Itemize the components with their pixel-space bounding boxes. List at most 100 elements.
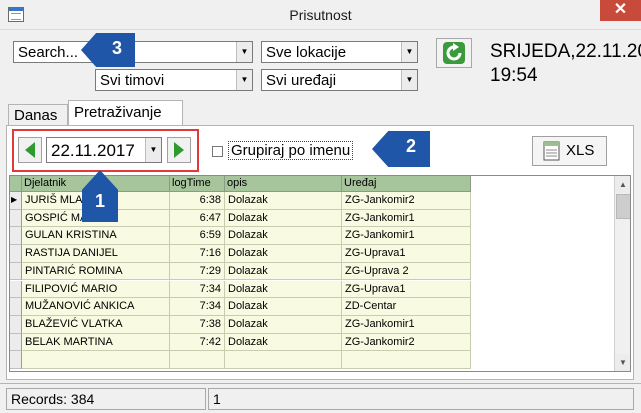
cell-opis[interactable]: Dolazak [225,298,342,316]
table-row[interactable]: GOSPIĆ MA 6:47 Dolazak ZG-Jankomir1 [10,209,471,228]
cell-djelatnik[interactable] [22,351,170,369]
row-indicator[interactable] [10,315,22,334]
cell-djelatnik[interactable]: FILIPOVIĆ MARIO [22,280,170,299]
scroll-down-icon[interactable]: ▼ [615,354,630,371]
cell-opis[interactable]: Dolazak [225,262,342,281]
refresh-button[interactable] [436,38,472,68]
row-indicator[interactable] [10,227,22,246]
column-header-opis[interactable]: opis [225,176,342,192]
cell-uredaj[interactable]: ZG-Uprava1 [342,280,471,299]
cell-opis[interactable]: Dolazak [225,333,342,352]
next-day-button[interactable] [167,137,191,163]
current-time: 19:54 [490,65,538,86]
row-indicator[interactable] [10,262,22,281]
cell-logtime[interactable]: 7:29 [170,262,225,281]
group-by-name-label[interactable]: Grupiraj po imenu [228,141,354,160]
table-row[interactable]: BELAK MARTINA 7:42 Dolazak ZG-Jankomir2 [10,333,471,352]
cell-uredaj[interactable]: ZG-Jankomir1 [342,315,471,334]
location-combo[interactable]: Sve lokacije ▼ [261,41,418,63]
arrow-right-icon [174,142,184,158]
table-row[interactable]: MUŽANOVIĆ ANKICA 7:34 Dolazak ZD-Centar [10,298,471,316]
cell-uredaj[interactable]: ZG-Jankomir1 [342,209,471,228]
row-indicator[interactable] [10,245,22,263]
cell-opis[interactable]: Dolazak [225,209,342,228]
dropdown-arrow-icon[interactable]: ▼ [236,70,252,90]
close-button[interactable]: ✕ [600,0,641,21]
status-bar: Records: 384 1 [0,383,641,413]
row-pointer-icon[interactable]: ▶ [10,192,22,210]
row-indicator[interactable] [10,298,22,316]
cell-opis[interactable]: Dolazak [225,315,342,334]
cell-djelatnik[interactable]: MUŽANOVIĆ ANKICA [22,298,170,316]
team-combo[interactable]: Svi timovi ▼ [95,69,253,91]
column-header-uredaj[interactable]: Uređaj [342,176,471,192]
header-indicator [10,176,22,192]
dropdown-arrow-icon[interactable]: ▼ [236,42,252,62]
current-date: SRIJEDA,22.11.20 [490,41,641,62]
cell-logtime[interactable] [170,351,225,369]
cell-djelatnik[interactable]: BLAŽEVIĆ VLATKA [22,315,170,334]
cell-uredaj[interactable]: ZG-Jankomir1 [342,227,471,246]
cell-logtime[interactable]: 7:42 [170,333,225,352]
cell-djelatnik[interactable]: BELAK MARTINA [22,333,170,352]
cell-uredaj[interactable]: ZG-Uprava 2 [342,262,471,281]
cell-uredaj[interactable]: ZG-Uprava1 [342,245,471,263]
spreadsheet-icon [543,141,560,161]
cell-logtime[interactable]: 6:59 [170,227,225,246]
export-xls-label: XLS [566,142,595,159]
date-picker-value: 22.11.2017 [51,141,135,160]
cell-logtime[interactable]: 7:16 [170,245,225,263]
cell-opis[interactable]: Dolazak [225,227,342,246]
cell-logtime[interactable]: 6:38 [170,192,225,210]
row-indicator[interactable] [10,280,22,299]
row-indicator[interactable] [10,333,22,352]
table-row[interactable]: FILIPOVIĆ MARIO 7:34 Dolazak ZG-Uprava1 [10,280,471,299]
search-input-text: Search... [18,44,79,61]
cell-djelatnik[interactable]: GULAN KRISTINA [22,227,170,246]
table-row[interactable]: ▶ JURIŠ MLA 6:38 Dolazak ZG-Jankomir2 [10,192,471,210]
vertical-scrollbar[interactable]: ▲ ▼ [614,176,630,371]
cell-logtime[interactable]: 7:34 [170,298,225,316]
team-combo-value: Svi timovi [100,72,165,89]
export-xls-button[interactable]: XLS [532,136,607,166]
date-picker[interactable]: 22.11.2017 ▼ [46,137,162,163]
group-by-name-checkbox[interactable] [212,146,223,157]
cell-uredaj[interactable] [342,351,471,369]
scroll-thumb[interactable] [616,194,630,219]
cell-logtime[interactable]: 7:34 [170,280,225,299]
cell-djelatnik[interactable]: PINTARIĆ ROMINA [22,262,170,281]
refresh-icon [443,42,465,64]
table-row[interactable] [10,351,471,369]
window-title: Prisutnost [289,7,352,23]
dropdown-arrow-icon[interactable]: ▼ [145,138,161,162]
tab-pretrazivanje[interactable]: Pretraživanje [68,100,183,126]
table-row[interactable]: RASTIJA DANIJEL 7:16 Dolazak ZG-Uprava1 [10,245,471,263]
cell-logtime[interactable]: 7:38 [170,315,225,334]
dropdown-arrow-icon[interactable]: ▼ [401,42,417,62]
arrow-left-icon [25,142,35,158]
cell-logtime[interactable]: 6:47 [170,209,225,228]
tab-danas[interactable]: Danas [8,104,68,126]
scroll-up-icon[interactable]: ▲ [615,176,630,193]
row-indicator[interactable] [10,351,22,369]
cell-uredaj[interactable]: ZG-Jankomir2 [342,333,471,352]
device-combo[interactable]: Svi uređaji ▼ [261,69,418,91]
cell-opis[interactable]: Dolazak [225,280,342,299]
cell-opis[interactable] [225,351,342,369]
table-row[interactable]: BLAŽEVIĆ VLATKA 7:38 Dolazak ZG-Jankomir1 [10,315,471,334]
cell-uredaj[interactable]: ZD-Centar [342,298,471,316]
cell-djelatnik[interactable]: RASTIJA DANIJEL [22,245,170,263]
previous-day-button[interactable] [18,137,42,163]
row-indicator[interactable] [10,209,22,228]
cell-opis[interactable]: Dolazak [225,245,342,263]
cell-opis[interactable]: Dolazak [225,192,342,210]
cell-uredaj[interactable]: ZG-Jankomir2 [342,192,471,210]
status-page: 1 [208,388,634,410]
records-count: Records: 384 [6,388,206,410]
dropdown-arrow-icon[interactable]: ▼ [401,70,417,90]
table-row[interactable]: PINTARIĆ ROMINA 7:29 Dolazak ZG-Uprava 2 [10,262,471,281]
table-row[interactable]: GULAN KRISTINA 6:59 Dolazak ZG-Jankomir1 [10,227,471,246]
device-combo-value: Svi uređaji [266,72,337,89]
column-header-logtime[interactable]: logTime [170,176,225,192]
current-datetime: SRIJEDA,22.11.20 19:54 [490,40,641,88]
